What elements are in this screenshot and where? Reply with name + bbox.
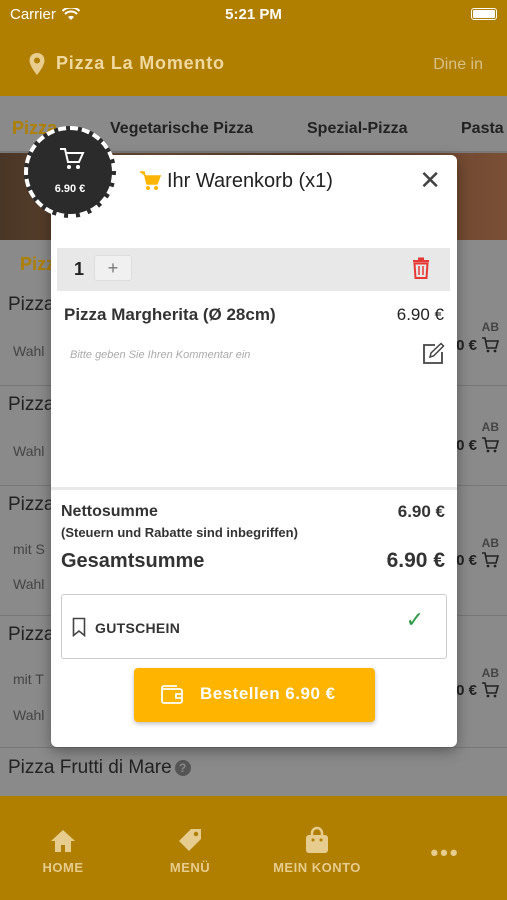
trash-icon[interactable] (412, 257, 430, 279)
add-to-cart-icon[interactable] (481, 337, 499, 353)
cart-icon (140, 171, 161, 190)
battery-icon (471, 8, 497, 20)
cart-modal: Ihr Warenkorb (x1) ✕ 1 + Pizza Margherit… (51, 155, 457, 747)
info-icon[interactable]: ? (174, 759, 191, 776)
net-total-value: 6.90 € (397, 502, 445, 521)
item-option: Wahl (13, 443, 45, 459)
price-from-label: AB (481, 320, 499, 334)
clock: 5:21 PM (225, 6, 282, 23)
order-button[interactable]: Bestellen 6.90 € (134, 668, 375, 722)
close-icon[interactable]: ✕ (419, 167, 441, 193)
item-name: Pizza (8, 294, 55, 315)
item-price: 0 € (456, 437, 477, 454)
cart-icon (60, 148, 85, 169)
item-name: Pizza Frutti di Mare? (8, 757, 191, 779)
item-description: mit T (13, 671, 44, 687)
price-from-label: AB (481, 536, 499, 550)
item-description: mit S (13, 541, 45, 557)
grand-total-label: Gesamtsumme (61, 550, 205, 572)
add-to-cart-icon[interactable] (481, 682, 499, 698)
nav-home-label: HOME (42, 860, 84, 875)
item-name: Pizza (8, 394, 55, 415)
restaurant-name[interactable]: Pizza La Momento (56, 53, 225, 74)
home-icon (51, 830, 75, 852)
voucher-field[interactable]: GUTSCHEIN ✓ (61, 594, 447, 659)
app-header: Pizza La Momento Dine in (0, 28, 507, 96)
tab-pasta[interactable]: Pasta (461, 120, 504, 138)
order-button-label: Bestellen 6.90 € (200, 684, 336, 703)
item-price: 0 € (456, 682, 477, 699)
more-icon[interactable]: ••• (390, 840, 500, 866)
comment-input[interactable]: Bitte geben Sie Ihren Kommentar ein (70, 349, 250, 361)
item-price: 0 € (456, 552, 477, 569)
tax-note: (Steuern und Rabatte sind inbegriffen) (61, 525, 298, 540)
item-option: Wahl (13, 576, 45, 592)
shopping-bag-icon (306, 826, 328, 853)
bottom-navigation: HOME MENÜ MEIN KONTO ••• (0, 796, 507, 900)
add-to-cart-icon[interactable] (481, 437, 499, 453)
wallet-icon (161, 685, 183, 704)
price-from-label: AB (481, 420, 499, 434)
tag-icon (179, 829, 201, 851)
nav-menu-label: MENÜ (169, 860, 211, 875)
quantity-value: 1 (74, 259, 85, 279)
nav-menu[interactable]: MENÜ (135, 824, 245, 875)
divider (51, 487, 457, 490)
add-to-cart-icon[interactable] (481, 552, 499, 568)
check-icon[interactable]: ✓ (406, 607, 424, 633)
voucher-label: GUTSCHEIN (95, 620, 181, 636)
item-option: Wahl (13, 343, 45, 359)
tab-vegetarische-pizza[interactable]: Vegetarische Pizza (110, 120, 253, 138)
net-total-label: Nettosumme (61, 503, 158, 520)
quantity-bar: 1 + (57, 248, 450, 291)
section-title: Pizz (20, 254, 56, 274)
item-price: 0 € (456, 337, 477, 354)
nav-account-label: MEIN KONTO (273, 860, 361, 875)
status-bar: Carrier 5:21 PM (0, 0, 507, 28)
increase-quantity-button[interactable]: + (94, 255, 132, 281)
grand-total-value: 6.90 € (386, 549, 445, 572)
tab-spezial-pizza[interactable]: Spezial-Pizza (307, 120, 407, 138)
price-from-label: AB (481, 666, 499, 680)
cart-line-item: Pizza Margherita (Ø 28cm) 6.90 € (64, 305, 444, 325)
menu-item[interactable]: Pizza Frutti di Mare? (0, 748, 507, 796)
cart-badge-price: 6.90 € (54, 183, 86, 195)
bookmark-icon (72, 617, 86, 637)
item-option: Wahl (13, 707, 45, 723)
dine-mode-toggle[interactable]: Dine in (433, 56, 483, 74)
location-pin-icon[interactable] (28, 52, 46, 76)
item-name: Pizza (8, 624, 55, 645)
cart-badge[interactable]: 6.90 € (24, 126, 116, 218)
item-name: Pizza (8, 494, 55, 515)
cart-item-name: Pizza Margherita (Ø 28cm) (64, 305, 276, 324)
nav-account[interactable]: MEIN KONTO (262, 824, 372, 875)
cart-title: Ihr Warenkorb (x1) (167, 170, 333, 192)
cart-item-price: 6.90 € (396, 305, 444, 324)
edit-icon[interactable] (421, 342, 445, 366)
nav-home[interactable]: HOME (8, 824, 118, 875)
